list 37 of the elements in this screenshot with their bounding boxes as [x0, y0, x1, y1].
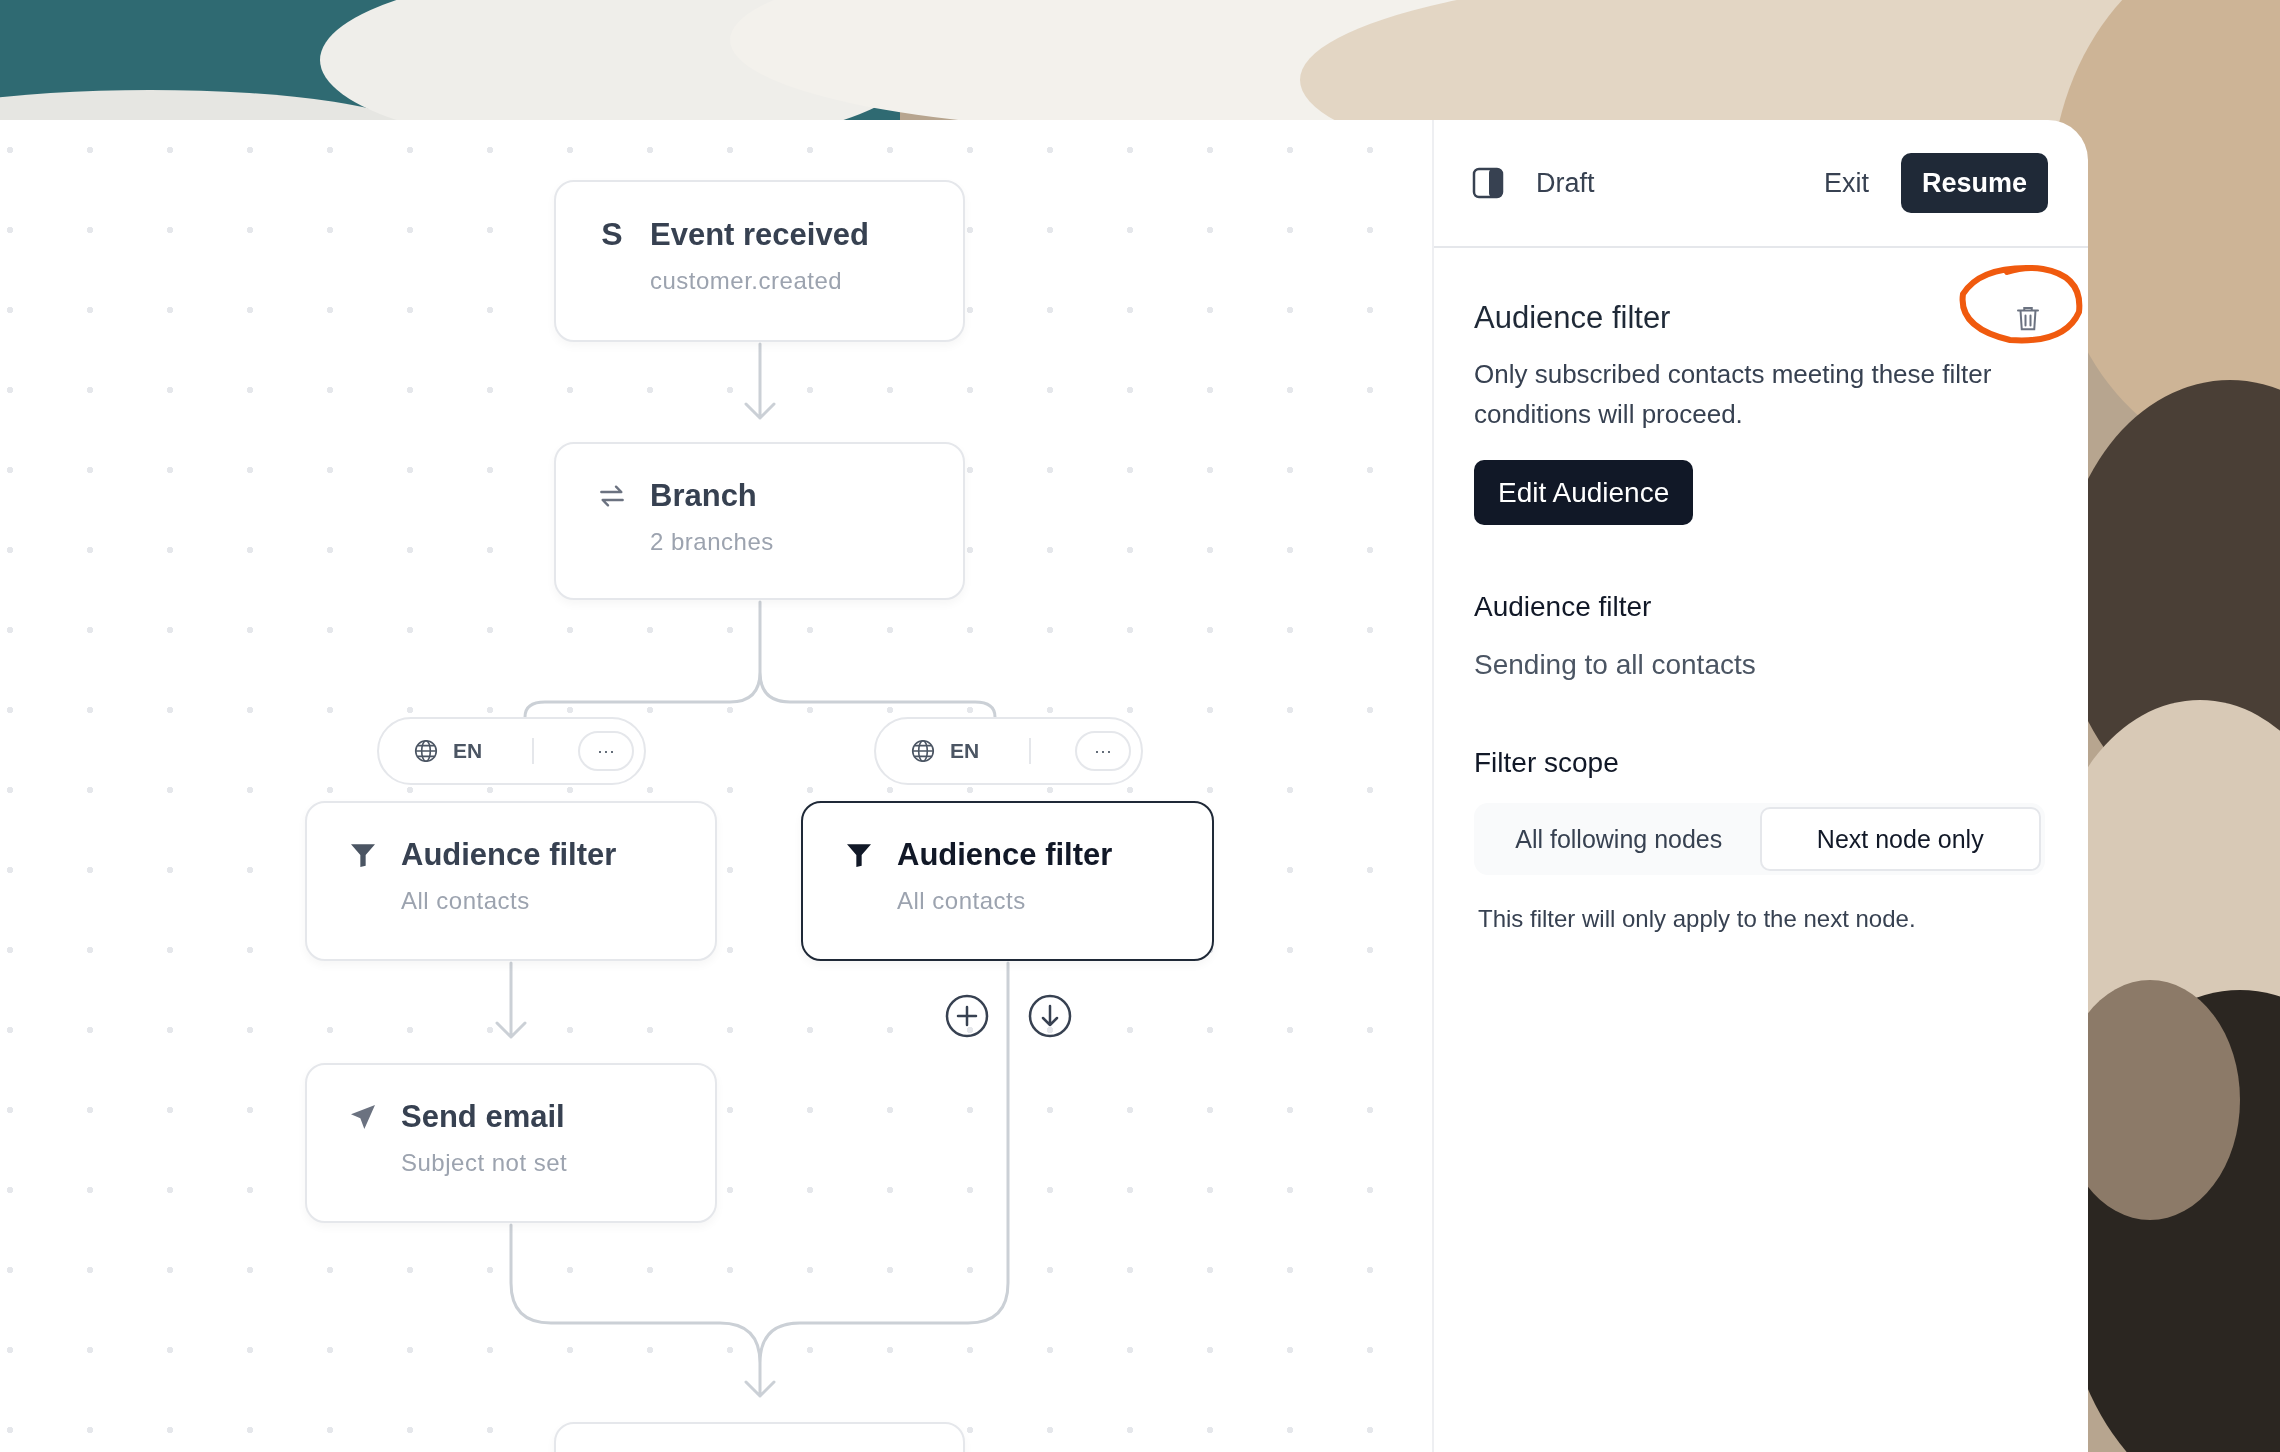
hint-text: This filter will only apply to the next node. [1478, 905, 1917, 933]
scope-option[interactable]: All following nodes [1478, 807, 1760, 871]
field-label: Filter scope [1474, 747, 1620, 779]
node-subtitle: Subject not set [401, 1149, 569, 1177]
node-title: Audience filter [401, 837, 617, 873]
workflow-node[interactable]: Send email Subject not set [305, 1063, 717, 1223]
section-description: Only subscribed contacts meeting these filter conditions will proceed. [1474, 358, 1993, 431]
workflow-node[interactable]: Audience filter All contacts [305, 801, 717, 961]
edit-audience-button[interactable]: Edit Audience [1474, 460, 1694, 525]
status-label: Draft [1536, 167, 1596, 199]
node-subtitle: customer.created [650, 267, 844, 295]
node-subtitle: All contacts [401, 887, 531, 915]
workflow-node[interactable]: Audience filter All contacts [801, 801, 1214, 961]
language-label: EN [453, 739, 483, 763]
resume-button[interactable]: Resume [1900, 153, 2048, 213]
section-title: Audience filter [1474, 300, 1671, 336]
arrow-down-icon[interactable] [1028, 994, 1072, 1038]
language-label: EN [950, 739, 980, 763]
workflow-node[interactable]: S Event received customer.created [554, 180, 965, 342]
scope-option[interactable]: Next node only [1759, 807, 2041, 871]
node-title: Send email [401, 1099, 565, 1135]
node-title: Audience filter [897, 837, 1113, 873]
field-label: Audience filter [1474, 591, 1653, 623]
sidebar-toggle-icon[interactable] [1472, 167, 1504, 199]
node-subtitle: 2 branches [650, 528, 775, 556]
more-button[interactable]: ··· [578, 731, 634, 771]
add-icon[interactable] [945, 994, 989, 1038]
exit-button[interactable]: Exit [1811, 167, 1881, 199]
more-button[interactable]: ··· [1075, 731, 1131, 771]
workflow-node[interactable]: Branch 2 branches [554, 442, 965, 600]
globe-icon [413, 737, 439, 765]
logo-icon: S [596, 216, 628, 253]
node-title: Branch [650, 478, 757, 514]
node-title: Event received [650, 216, 869, 253]
field-value: Sending to all contacts [1474, 649, 1757, 681]
globe-icon [910, 737, 936, 765]
node-subtitle: All contacts [897, 887, 1027, 915]
